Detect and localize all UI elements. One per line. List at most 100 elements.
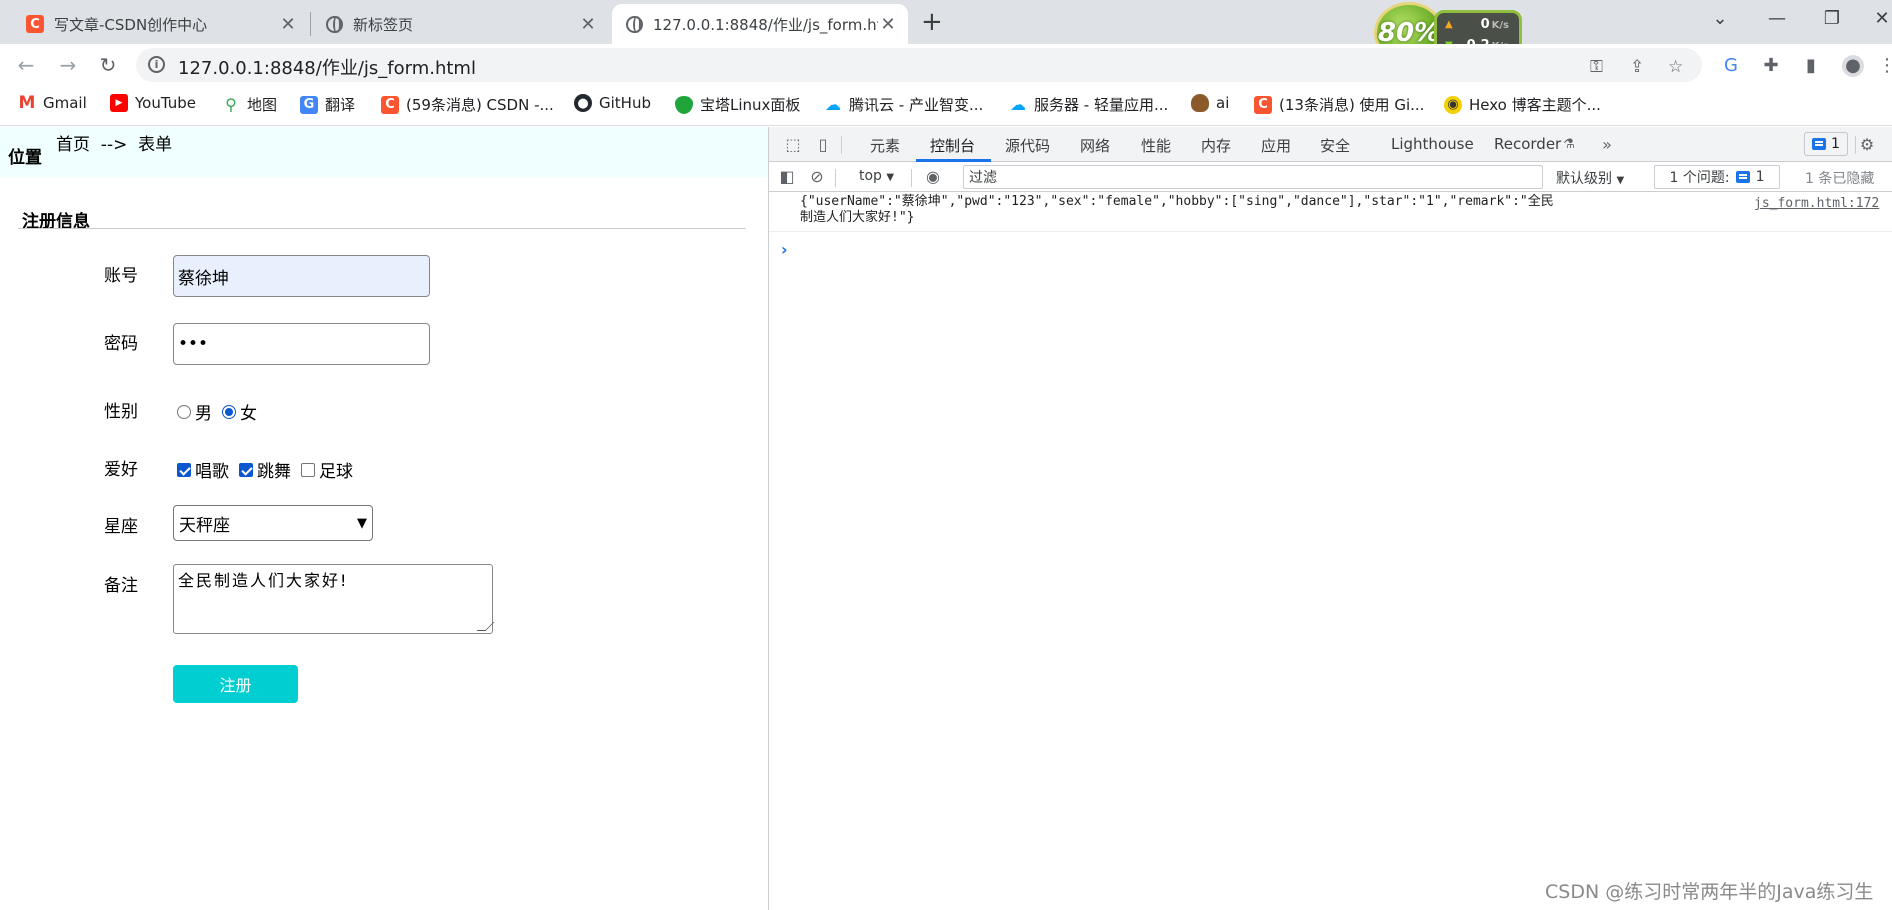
side-panel-icon[interactable]: ▮ <box>1800 55 1822 77</box>
breadcrumb: 首页 --> 表单 <box>56 135 173 155</box>
csdn-icon: C <box>26 15 44 33</box>
profile-avatar-icon[interactable]: ● <box>1842 55 1864 77</box>
bookmark-label: (59条消息) CSDN -... <box>406 96 554 114</box>
devtools-tab-security[interactable]: 安全 <box>1320 135 1350 156</box>
star-selected-value: 天秤座 <box>179 515 230 536</box>
bookmark-maps[interactable]: ⚲ 地图 <box>222 94 277 115</box>
reload-icon[interactable]: ↻ <box>94 52 122 80</box>
message-icon <box>1812 138 1827 150</box>
devtools-tab-console[interactable]: 控制台 <box>930 135 975 156</box>
toolbar-divider <box>841 136 842 154</box>
devtools-tab-application[interactable]: 应用 <box>1261 135 1291 156</box>
csdn-icon: C <box>1254 95 1272 114</box>
live-expression-eye-icon[interactable]: ◉ <box>923 167 943 187</box>
account-input[interactable]: 蔡徐坤 <box>173 255 430 297</box>
sex-option-female[interactable]: 女 <box>222 399 257 424</box>
tab-search-chevron-icon[interactable]: ⌄ <box>1700 8 1740 29</box>
browser-tab-active[interactable]: 127.0.0.1:8848/作业/js_form.htm ✕ <box>612 4 908 44</box>
device-toolbar-icon[interactable]: ▯ <box>813 135 833 155</box>
console-log-row: {"userName":"蔡徐坤","pwd":"123","sex":"fem… <box>769 192 1892 232</box>
translate-extension-icon[interactable]: G <box>1720 55 1742 77</box>
checkbox-dance[interactable] <box>239 462 253 477</box>
bookmark-tencent-cloud[interactable]: ☁ 腾讯云 - 产业智变... <box>824 94 983 115</box>
hobby-option-dance[interactable]: 跳舞 <box>239 457 291 482</box>
devtools-tab-lighthouse[interactable]: Lighthouse <box>1391 135 1474 153</box>
minimize-icon[interactable]: — <box>1757 8 1797 29</box>
more-tabs-chevron-icon[interactable]: » <box>1597 135 1617 155</box>
extensions-puzzle-icon[interactable]: ✚ <box>1760 55 1782 77</box>
bookmark-server[interactable]: ☁ 服务器 - 轻量应用... <box>1009 94 1168 115</box>
bookmark-github[interactable]: ● GitHub <box>574 94 651 112</box>
message-icon <box>1735 171 1750 183</box>
close-tab-icon[interactable]: ✕ <box>578 14 598 35</box>
sidebar-toggle-icon[interactable]: ◧ <box>777 167 797 187</box>
settings-gear-icon[interactable]: ⚙ <box>1857 135 1877 155</box>
inspect-element-icon[interactable]: ⬚ <box>783 135 803 155</box>
console-prompt-icon[interactable]: › <box>781 240 788 259</box>
radio-label: 男 <box>195 404 212 424</box>
remark-text: 全民制造人们大家好! <box>178 571 349 590</box>
remark-label: 备注 <box>104 576 138 596</box>
restore-icon[interactable]: ❐ <box>1812 8 1852 29</box>
bookmark-ai[interactable]: ai <box>1191 94 1229 112</box>
radio-male[interactable] <box>177 404 191 419</box>
site-info-icon[interactable]: i <box>148 56 165 73</box>
console-log-source-link[interactable]: js_form.html:172 <box>1754 196 1879 211</box>
bookmark-bt-panel[interactable]: 宝塔Linux面板 <box>675 94 800 115</box>
share-icon[interactable]: ⇪ <box>1630 57 1644 77</box>
browser-toolbar: ← → ↻ i 127.0.0.1:8848/作业/js_form.html ⚿… <box>0 44 1892 86</box>
browser-tab-csdn[interactable]: C 写文章-CSDN创作中心 ✕ <box>12 4 308 44</box>
page-content: 位置 首页 --> 表单 注册信息 账号 蔡徐坤 密码 ••• 性别 男 女 爱… <box>0 127 768 910</box>
sex-option-male[interactable]: 男 <box>177 399 212 424</box>
watermark: CSDN @练习时常两年半的Java练习生 <box>1545 881 1874 903</box>
remark-textarea[interactable]: 全民制造人们大家好! <box>173 564 495 634</box>
bookmark-star-icon[interactable]: ☆ <box>1668 57 1683 77</box>
console-filter-input[interactable]: 过滤 <box>963 165 1543 189</box>
bookmark-gmail[interactable]: M Gmail <box>18 93 87 113</box>
address-bar[interactable]: i 127.0.0.1:8848/作业/js_form.html ⚿ ⇪ ☆ <box>136 48 1702 82</box>
password-label: 密码 <box>104 334 138 354</box>
new-tab-button[interactable]: + <box>921 8 943 36</box>
issues-badge[interactable]: 1 <box>1804 132 1848 156</box>
star-select[interactable]: 天秤座 ▼ <box>173 505 373 541</box>
context-selector[interactable]: top ▼ <box>859 168 894 184</box>
bookmark-label: (13条消息) 使用 Gi... <box>1279 96 1425 114</box>
devtools-tab-recorder[interactable]: Recorder <box>1494 135 1561 153</box>
devtools-tab-network[interactable]: 网络 <box>1080 135 1110 156</box>
bookmark-label: ai <box>1216 94 1230 112</box>
bookmark-youtube[interactable]: ▶ YouTube <box>110 94 196 112</box>
back-arrow-icon[interactable]: ← <box>12 52 40 80</box>
devtools-more-icon[interactable]: ⋮ <box>1887 135 1892 155</box>
radio-female[interactable] <box>222 404 236 419</box>
bookmark-translate[interactable]: G 翻译 <box>300 94 355 115</box>
close-tab-icon[interactable]: ✕ <box>878 14 898 35</box>
register-button[interactable]: 注册 <box>173 665 298 703</box>
browser-tab-new[interactable]: 新标签页 ✕ <box>312 4 608 44</box>
devtools-tab-sources[interactable]: 源代码 <box>1005 135 1050 156</box>
close-window-icon[interactable]: ✕ <box>1862 8 1892 29</box>
checkbox-football[interactable] <box>301 462 315 477</box>
upload-unit: K/s <box>1491 20 1509 31</box>
clear-console-icon[interactable]: ⊘ <box>807 167 827 187</box>
resize-grip-icon[interactable] <box>476 622 495 631</box>
upload-arrow-icon: ▲ <box>1445 19 1453 30</box>
password-input[interactable]: ••• <box>173 323 430 365</box>
hobby-option-sing[interactable]: 唱歌 <box>177 457 229 482</box>
forward-arrow-icon[interactable]: → <box>54 52 82 80</box>
tab-divider <box>310 12 311 36</box>
devtools-tab-elements[interactable]: 元素 <box>870 135 900 156</box>
more-menu-icon[interactable]: ⋮ <box>1876 55 1892 77</box>
bookmark-label: YouTube <box>135 94 196 112</box>
hobby-option-football[interactable]: 足球 <box>301 457 353 482</box>
toolbar-divider <box>1855 136 1856 154</box>
devtools-tab-performance[interactable]: 性能 <box>1141 135 1171 156</box>
bookmark-csdn-git[interactable]: C (13条消息) 使用 Gi... <box>1254 94 1424 115</box>
issues-counter[interactable]: 1 个问题: 1 <box>1654 165 1780 189</box>
bookmark-hexo[interactable]: ◉ Hexo 博客主题个... <box>1444 94 1601 115</box>
checkbox-sing[interactable] <box>177 462 191 477</box>
close-tab-icon[interactable]: ✕ <box>278 14 298 35</box>
devtools-tab-memory[interactable]: 内存 <box>1201 135 1231 156</box>
bookmark-csdn[interactable]: C (59条消息) CSDN -... <box>381 94 554 115</box>
log-levels-dropdown[interactable]: 默认级别 ▼ <box>1556 168 1624 188</box>
key-icon[interactable]: ⚿ <box>1590 57 1603 77</box>
